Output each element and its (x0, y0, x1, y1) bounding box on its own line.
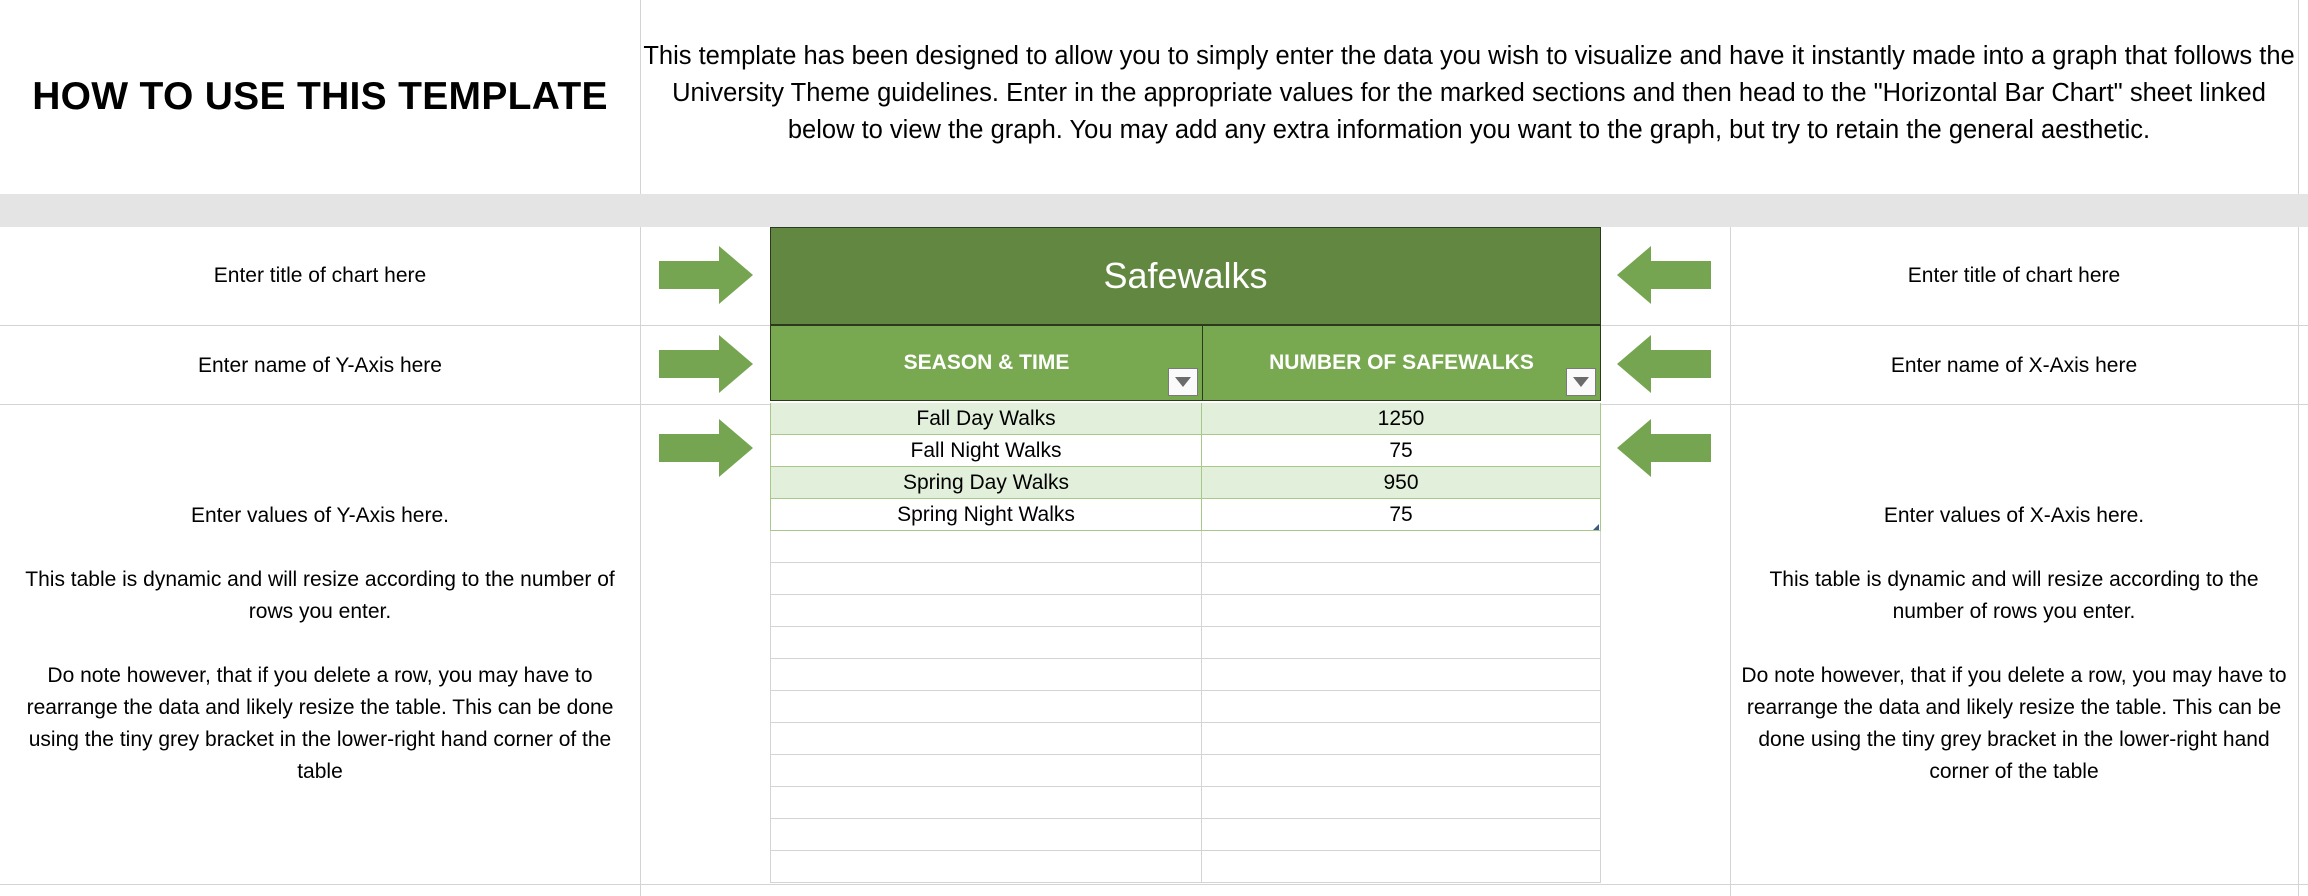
dynamic-note: This table is dynamic and will resize ac… (1769, 568, 2259, 623)
page-title: HOW TO USE THIS TEMPLATE (32, 75, 608, 118)
delete-note: Do note however, that if you delete a ro… (1741, 664, 2287, 783)
empty-row (770, 563, 1601, 595)
empty-cell[interactable] (1202, 563, 1601, 595)
column-header-season[interactable]: SEASON & TIME (770, 325, 1203, 401)
empty-cell[interactable] (770, 723, 1202, 755)
empty-cell[interactable] (1202, 755, 1601, 787)
season-cell[interactable]: Spring Day Walks (770, 467, 1202, 499)
empty-row (770, 691, 1601, 723)
empty-row (770, 755, 1601, 787)
empty-cell[interactable] (770, 627, 1202, 659)
column-header-label: SEASON & TIME (903, 351, 1070, 374)
count-cell[interactable]: 75 (1202, 435, 1601, 467)
empty-cell[interactable] (770, 851, 1202, 883)
count-cell[interactable]: 950 (1202, 467, 1601, 499)
empty-row (770, 595, 1601, 627)
empty-cell[interactable] (770, 595, 1202, 627)
empty-cell[interactable] (1202, 787, 1601, 819)
table-row: Fall Day Walks 1250 (770, 403, 1601, 435)
season-cell[interactable]: Fall Night Walks (770, 435, 1202, 467)
row-divider (0, 884, 2308, 885)
count-cell[interactable]: 1250 (1202, 403, 1601, 435)
empty-cell[interactable] (1202, 659, 1601, 691)
dropdown-filter-icon[interactable] (1168, 368, 1198, 396)
xaxis-instruction[interactable]: Enter name of X-Axis here (1730, 350, 2298, 382)
empty-row (770, 531, 1601, 563)
title-instruction-right[interactable]: Enter title of chart here (1730, 260, 2298, 292)
row-divider (1601, 325, 2308, 326)
empty-cell[interactable] (770, 819, 1202, 851)
empty-cell[interactable] (1202, 851, 1601, 883)
empty-cell[interactable] (1202, 595, 1601, 627)
table-row: Spring Day Walks 950 (770, 467, 1601, 499)
empty-cell[interactable] (770, 691, 1202, 723)
delete-note: Do note however, that if you delete a ro… (26, 664, 614, 783)
values-instruction-text: Enter values of Y-Axis here. (191, 504, 449, 527)
empty-row (770, 627, 1601, 659)
values-instruction-left[interactable]: Enter values of Y-Axis here. This table … (0, 500, 640, 788)
template-description: This template has been designed to allow… (643, 42, 2295, 144)
arrow-left-icon (1617, 335, 1711, 393)
yaxis-instruction[interactable]: Enter name of Y-Axis here (0, 350, 640, 382)
empty-row (770, 787, 1601, 819)
empty-row (770, 851, 1601, 883)
empty-cell[interactable] (1202, 531, 1601, 563)
chart-title-cell[interactable]: Safewalks (770, 227, 1601, 325)
arrow-right-icon (659, 246, 753, 304)
empty-cell[interactable] (1202, 691, 1601, 723)
season-cell[interactable]: Fall Day Walks (770, 403, 1202, 435)
empty-cell[interactable] (1202, 723, 1601, 755)
table-resize-handle[interactable] (1593, 524, 1599, 530)
season-cell[interactable]: Spring Night Walks (770, 499, 1202, 531)
empty-row (770, 819, 1601, 851)
dropdown-filter-icon[interactable] (1566, 368, 1596, 396)
arrow-left-icon (1617, 419, 1711, 477)
column-header-label: NUMBER OF SAFEWALKS (1269, 351, 1534, 374)
empty-row (770, 723, 1601, 755)
empty-row (770, 659, 1601, 691)
row-divider (1601, 404, 2308, 405)
column-header-count[interactable]: NUMBER OF SAFEWALKS (1202, 325, 1601, 401)
table-row: Fall Night Walks 75 (770, 435, 1601, 467)
arrow-left-icon (1617, 246, 1711, 304)
empty-cell[interactable] (770, 787, 1202, 819)
empty-cell[interactable] (770, 531, 1202, 563)
empty-cell[interactable] (1202, 819, 1601, 851)
arrow-right-icon (659, 335, 753, 393)
column-divider (2298, 0, 2299, 896)
dynamic-note: This table is dynamic and will resize ac… (25, 568, 615, 623)
values-instruction-text: Enter values of X-Axis here. (1883, 504, 2145, 527)
separator-band (0, 194, 2308, 227)
arrow-right-icon (659, 419, 753, 477)
empty-cell[interactable] (770, 755, 1202, 787)
row-divider (0, 325, 770, 326)
empty-cell[interactable] (770, 659, 1202, 691)
values-instruction-right[interactable]: Enter values of X-Axis here. This table … (1730, 500, 2298, 788)
empty-cell[interactable] (1202, 627, 1601, 659)
empty-cell[interactable] (770, 563, 1202, 595)
table-row: Spring Night Walks 75 (770, 499, 1601, 531)
title-instruction-left[interactable]: Enter title of chart here (0, 260, 640, 292)
row-divider (0, 404, 770, 405)
column-divider (640, 0, 641, 896)
count-cell[interactable]: 75 (1202, 499, 1601, 531)
